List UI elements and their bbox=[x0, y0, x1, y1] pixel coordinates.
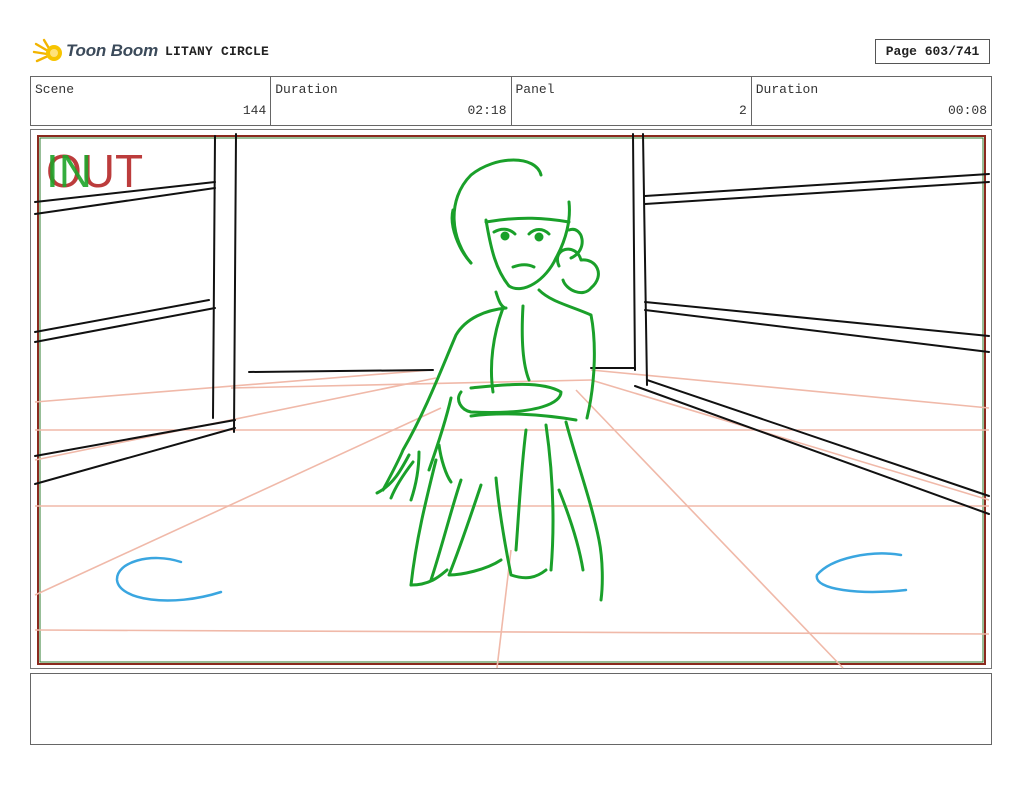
project-title: LITANY CIRCLE bbox=[165, 44, 270, 59]
panel-label: Panel bbox=[515, 82, 555, 97]
toon-boom-logo: Toon Boom bbox=[32, 36, 158, 70]
scene-cell: Scene 144 bbox=[31, 77, 272, 125]
floor-marks bbox=[115, 552, 908, 602]
scene-duration-cell: Duration 02:18 bbox=[271, 77, 512, 125]
starburst-icon bbox=[32, 38, 62, 63]
scene-duration-label: Duration bbox=[275, 82, 338, 97]
page-indicator: Page 603/741 bbox=[875, 39, 990, 64]
scene-label: Scene bbox=[35, 82, 75, 97]
panel-duration-label: Duration bbox=[755, 82, 819, 97]
storyboard-panel bbox=[30, 129, 992, 669]
in-marker: IN bbox=[46, 145, 92, 197]
panel-value: 2 bbox=[738, 103, 747, 118]
panel-info-row: Scene 144 Duration 02:18 Panel 2 Duratio… bbox=[30, 76, 992, 126]
logo-wordmark: Toon Boom bbox=[66, 41, 158, 60]
panel-cell: Panel 2 bbox=[512, 77, 752, 125]
panel-duration-cell: Duration 00:08 bbox=[752, 77, 991, 125]
panel-drawing bbox=[34, 133, 990, 669]
panel-notes-box[interactable] bbox=[30, 673, 992, 745]
panel-duration-value: 00:08 bbox=[947, 103, 987, 118]
scene-value: 144 bbox=[242, 103, 267, 118]
scene-duration-value: 02:18 bbox=[467, 103, 507, 118]
camera-frame-out bbox=[37, 135, 986, 665]
camera-frame-in bbox=[39, 137, 984, 663]
